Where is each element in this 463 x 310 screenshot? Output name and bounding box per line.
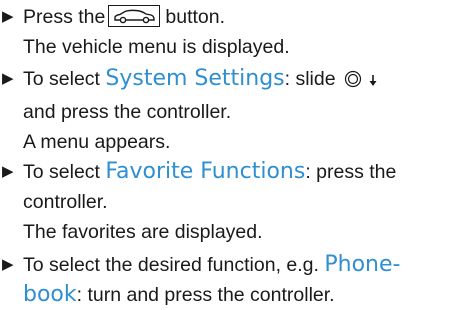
bullet-arrow-icon: ▶ xyxy=(2,70,14,87)
system-settings-term: System Settings xyxy=(105,66,285,91)
vehicle-car-icon xyxy=(108,5,161,27)
step-2-line-2: and press the controller. xyxy=(23,101,232,123)
step-1-line-1: Press the button. xyxy=(23,5,226,28)
step-3: ▶ To select Favorite Functions: press th… xyxy=(0,157,463,247)
instruction-document: ▶ Press the button. The vehicle menu is d… xyxy=(0,0,463,310)
slide-down-arrow-icon xyxy=(368,67,378,97)
step-4-line-1: To select the desired function, e.g. Pho… xyxy=(23,252,401,277)
bullet-arrow-icon: ▶ xyxy=(2,8,14,25)
step-2-result: A menu appears. xyxy=(23,131,171,153)
phonebook-term-part-2: book xyxy=(23,282,77,307)
step-3-result: The favorites are displayed. xyxy=(23,221,263,243)
step-2-line-1: To select System Settings: slide xyxy=(0,64,463,97)
step-2: ▶ To select System Settings: slide and p… xyxy=(0,64,463,157)
step-3-line-1: To select Favorite Functions: press the xyxy=(23,159,397,184)
phonebook-term-part-1: Phone- xyxy=(324,252,401,277)
bullet-arrow-icon: ▶ xyxy=(2,256,14,273)
step-3-line-2: controller. xyxy=(23,191,108,213)
favorite-functions-term: Favorite Functions xyxy=(105,159,306,184)
step-1: ▶ Press the button. The vehicle menu is d… xyxy=(0,2,463,62)
step-4: ▶ To select the desired function, e.g. P… xyxy=(0,250,463,310)
bullet-arrow-icon: ▶ xyxy=(2,163,14,180)
step-1-result: The vehicle menu is displayed. xyxy=(23,36,290,58)
step-4-line-2: book: turn and press the controller. xyxy=(23,282,335,307)
controller-icon xyxy=(344,67,362,97)
